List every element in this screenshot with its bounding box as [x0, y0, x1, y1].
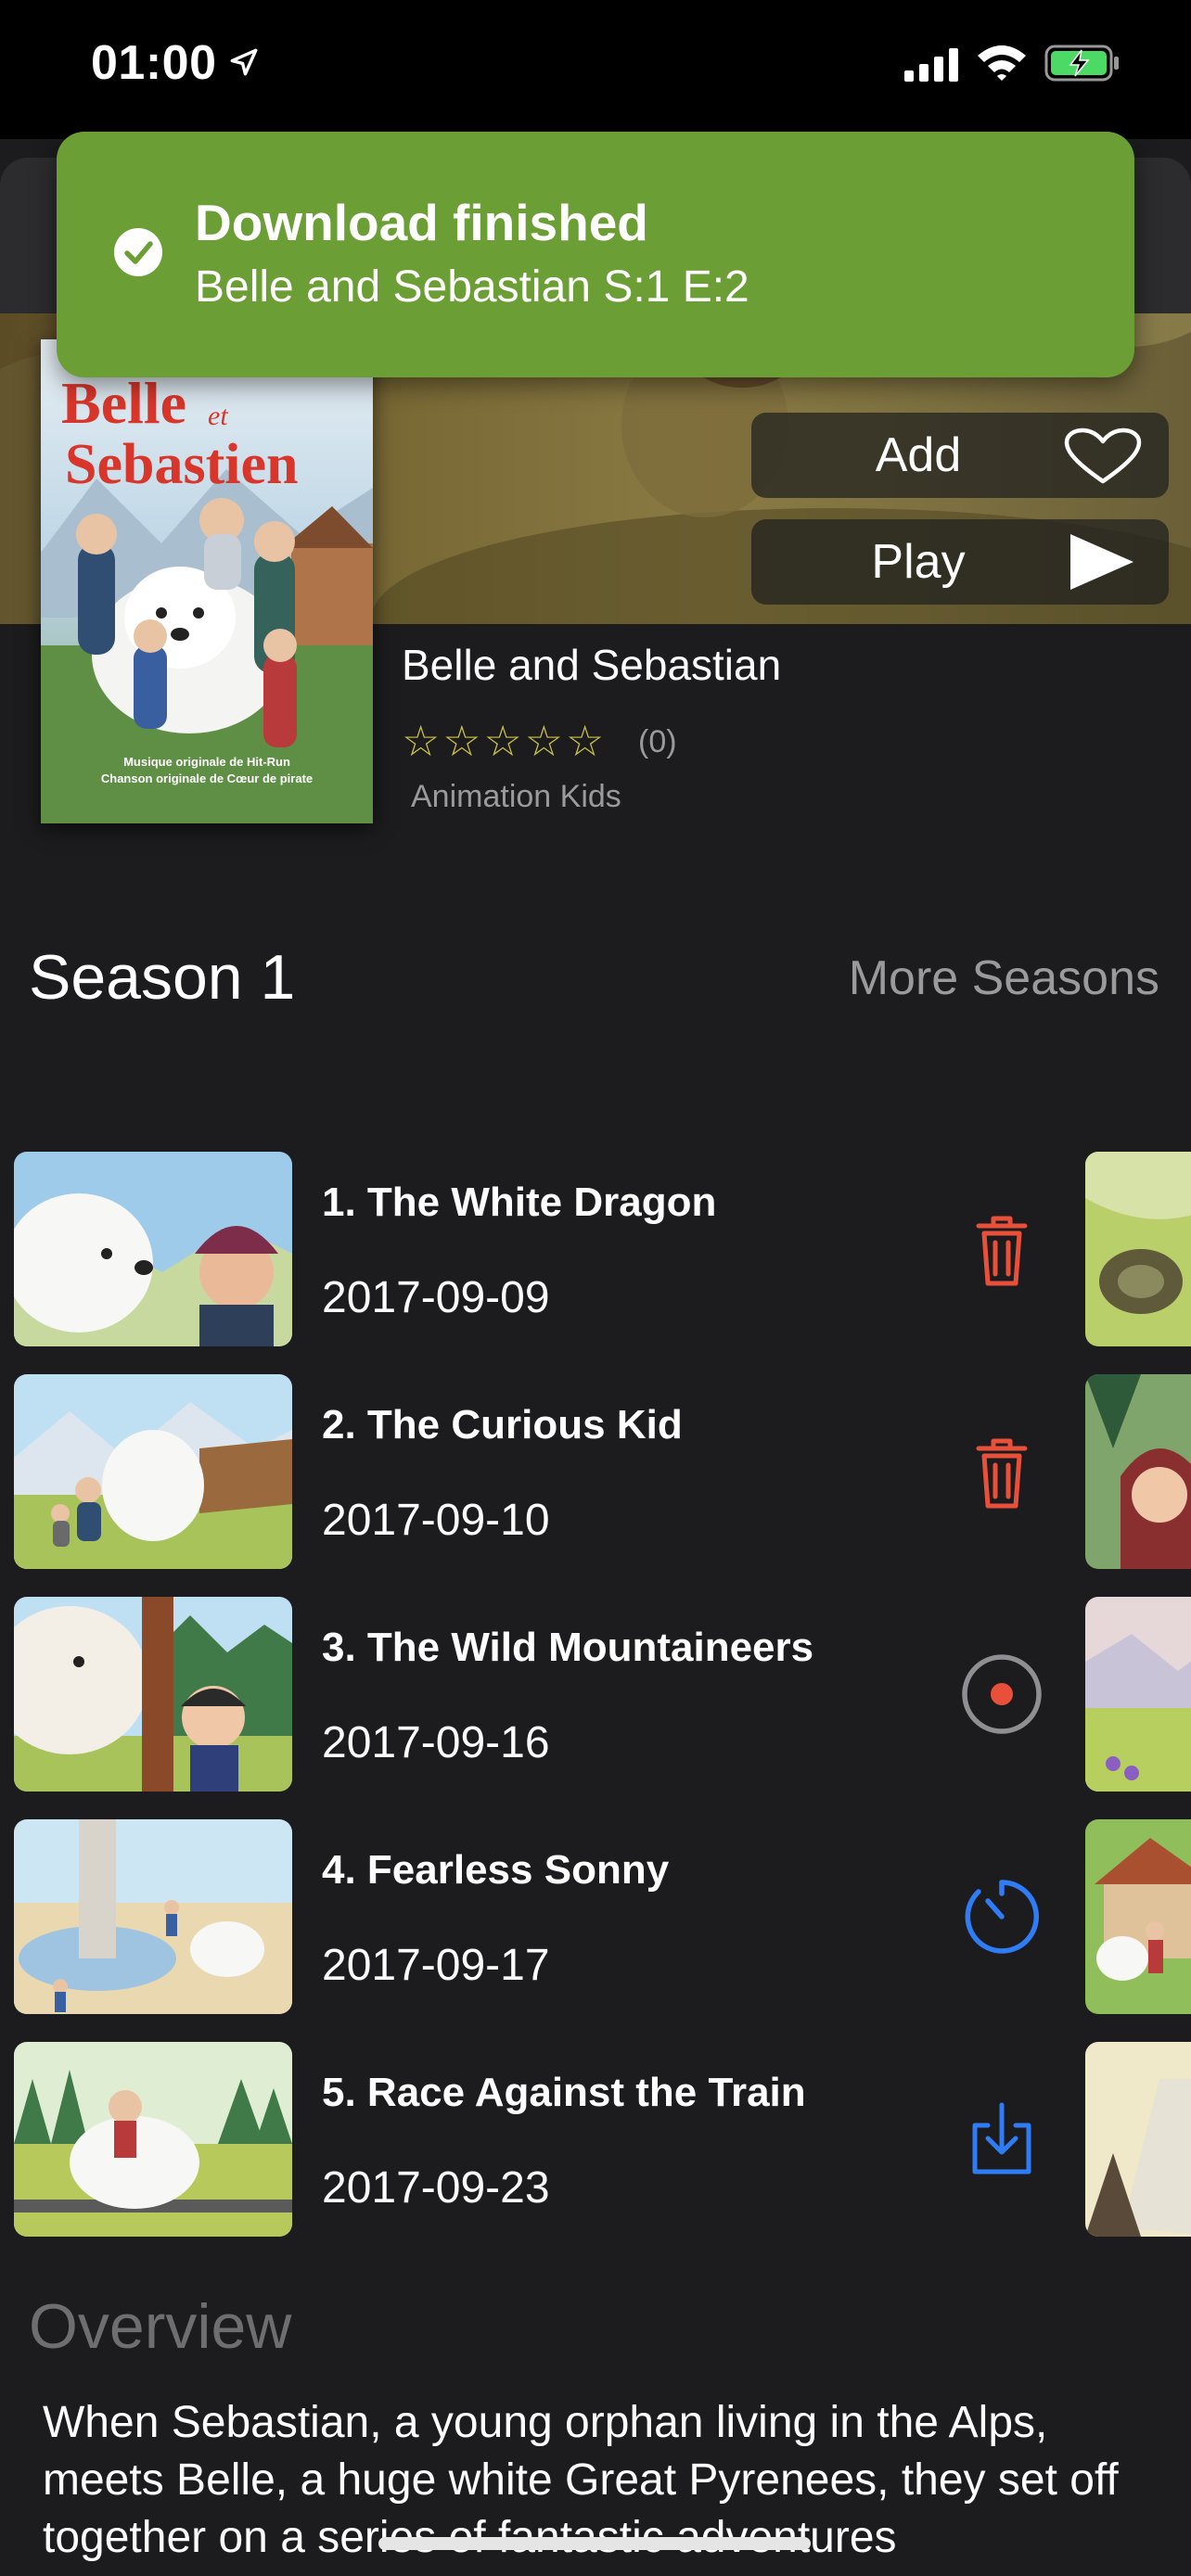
episode-title: 3. The Wild Mountaineers: [322, 1625, 814, 1670]
next-season-episode-peek[interactable]: [1085, 1819, 1191, 2014]
episode-row[interactable]: 4. Fearless Sonny 2017-09-17: [0, 1819, 1191, 2014]
episode-title: 5. Race Against the Train: [322, 2070, 806, 2115]
poster-title-sebastien: Sebastien: [65, 433, 298, 496]
episode-date: 2017-09-09: [322, 1273, 550, 1322]
show-poster: Belle et Sebastien Musique originale de …: [41, 339, 373, 823]
episode-date: 2017-09-10: [322, 1496, 550, 1545]
episode-title: 1. The White Dragon: [322, 1180, 717, 1225]
battery-charging-icon: [1044, 45, 1119, 82]
episode-row[interactable]: 5. Race Against the Train 2017-09-23: [0, 2042, 1191, 2237]
next-season-episode-peek[interactable]: [1085, 1152, 1191, 1346]
play-icon: [1070, 534, 1133, 590]
rating-count: (0): [638, 724, 677, 759]
poster-artwork: Belle et Sebastien Musique originale de …: [41, 339, 373, 823]
stop-download-icon[interactable]: [960, 1652, 1044, 1736]
trash-icon[interactable]: [960, 1430, 1044, 1513]
toast-subtitle: Belle and Sebastian S:1 E:2: [195, 262, 749, 312]
location-arrow-icon: [230, 48, 258, 76]
play-button[interactable]: Play: [751, 519, 1169, 605]
episode-thumbnail: [14, 1597, 292, 1792]
poster-title-belle: Belle: [61, 370, 186, 436]
toast-title: Download finished: [195, 194, 648, 251]
episode-thumbnail: [14, 1819, 292, 2014]
next-season-episode-peek[interactable]: [1085, 1374, 1191, 1569]
poster-credit-1: Musique originale de Hit-Run: [123, 755, 290, 769]
next-season-episode-peek[interactable]: [1085, 1597, 1191, 1792]
episode-thumbnail: [14, 1152, 292, 1346]
download-toast[interactable]: [57, 132, 1134, 377]
episode-date: 2017-09-17: [322, 1941, 550, 1990]
episode-thumbnail: [14, 2042, 292, 2237]
episode-title: 2. The Curious Kid: [322, 1402, 683, 1447]
add-button[interactable]: Add: [751, 413, 1169, 498]
download-icon[interactable]: [960, 2098, 1044, 2181]
episode-row[interactable]: 3. The Wild Mountaineers 2017-09-16: [0, 1597, 1191, 1792]
poster-title-et: et: [208, 401, 228, 431]
wifi-icon: [978, 45, 1026, 81]
show-genres: Animation Kids: [411, 779, 621, 814]
poster-credit-2: Chanson originale de Cœur de pirate: [101, 772, 313, 785]
play-button-label: Play: [871, 535, 966, 589]
episode-date: 2017-09-16: [322, 1718, 550, 1767]
episode-date: 2017-09-23: [322, 2163, 550, 2213]
episode-row[interactable]: 2. The Curious Kid 2017-09-10: [0, 1374, 1191, 1569]
overview-heading: Overview: [29, 2291, 292, 2362]
timer-queued-icon[interactable]: [960, 1875, 1044, 1958]
rating-stars[interactable]: ☆☆☆☆☆: [402, 716, 607, 766]
home-indicator[interactable]: [378, 2537, 811, 2550]
season-title: Season 1: [29, 942, 296, 1013]
trash-icon[interactable]: [960, 1207, 1044, 1291]
heart-icon: [1064, 427, 1142, 484]
episode-title: 4. Fearless Sonny: [322, 1847, 670, 1893]
next-season-episode-peek[interactable]: [1085, 2042, 1191, 2237]
add-button-label: Add: [875, 428, 962, 482]
cellular-signal-icon: [904, 48, 958, 82]
show-title: Belle and Sebastian: [402, 641, 782, 689]
episode-row[interactable]: 1. The White Dragon 2017-09-09: [0, 1152, 1191, 1346]
episode-thumbnail: [14, 1374, 292, 1569]
status-time: 01:00: [91, 36, 217, 90]
more-seasons-button[interactable]: More Seasons: [849, 950, 1159, 1006]
checkmark-circle-icon: [114, 228, 162, 276]
